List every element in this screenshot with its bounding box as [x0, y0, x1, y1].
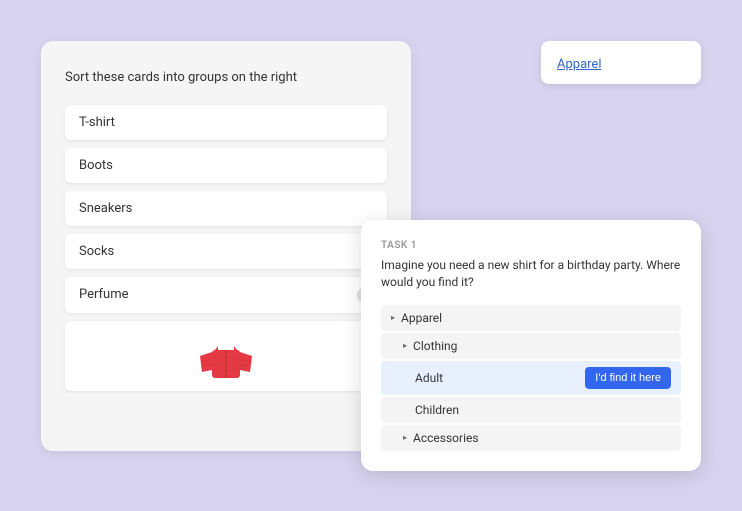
tree-label-apparel: Apparel: [401, 311, 442, 325]
left-panel: Sort these cards into groups on the righ…: [41, 41, 411, 451]
tree-label-adult: Adult: [415, 371, 443, 385]
tree-item-children[interactable]: Children: [381, 397, 681, 423]
card-list: T-shirt Boots Sneakers Socks Perfume i: [65, 105, 387, 391]
card-sneakers[interactable]: Sneakers: [65, 191, 387, 226]
tree-label-children: Children: [415, 403, 459, 417]
card-tshirt-label: T-shirt: [79, 115, 115, 130]
card-boots-label: Boots: [79, 158, 113, 173]
group-area: Apparel: [541, 41, 701, 84]
jacket-svg: [196, 328, 256, 383]
card-socks[interactable]: Socks: [65, 234, 387, 269]
arrow-accessories: ▸: [403, 433, 407, 442]
group-label-apparel[interactable]: Apparel: [557, 57, 602, 72]
card-jacket[interactable]: [65, 321, 387, 391]
card-boots[interactable]: Boots: [65, 148, 387, 183]
instructions-text: Sort these cards into groups on the righ…: [65, 69, 387, 87]
tree-label-accessories: Accessories: [413, 431, 479, 445]
card-socks-label: Socks: [79, 244, 114, 259]
card-tshirt[interactable]: T-shirt: [65, 105, 387, 140]
arrow-clothing: ▸: [403, 341, 407, 350]
tree-item-adult[interactable]: Adult I'd find it here: [381, 361, 681, 395]
card-perfume[interactable]: Perfume i: [65, 277, 387, 313]
card-perfume-label: Perfume: [79, 287, 129, 302]
card-sneakers-label: Sneakers: [79, 201, 132, 216]
task-question: Imagine you need a new shirt for a birth…: [381, 257, 681, 291]
tree-list: ▸ Apparel ▸ Clothing Adult I'd: [381, 305, 681, 451]
tree-item-clothing[interactable]: ▸ Clothing: [381, 333, 681, 359]
find-it-button[interactable]: I'd find it here: [585, 367, 671, 389]
group-card-apparel[interactable]: Apparel: [541, 41, 701, 84]
tree-item-apparel[interactable]: ▸ Apparel: [381, 305, 681, 331]
task-label: TASK 1: [381, 240, 681, 251]
tree-label-clothing: Clothing: [413, 339, 457, 353]
arrow-apparel: ▸: [391, 313, 395, 322]
task-panel: TASK 1 Imagine you need a new shirt for …: [361, 220, 701, 471]
tree-item-accessories[interactable]: ▸ Accessories: [381, 425, 681, 451]
